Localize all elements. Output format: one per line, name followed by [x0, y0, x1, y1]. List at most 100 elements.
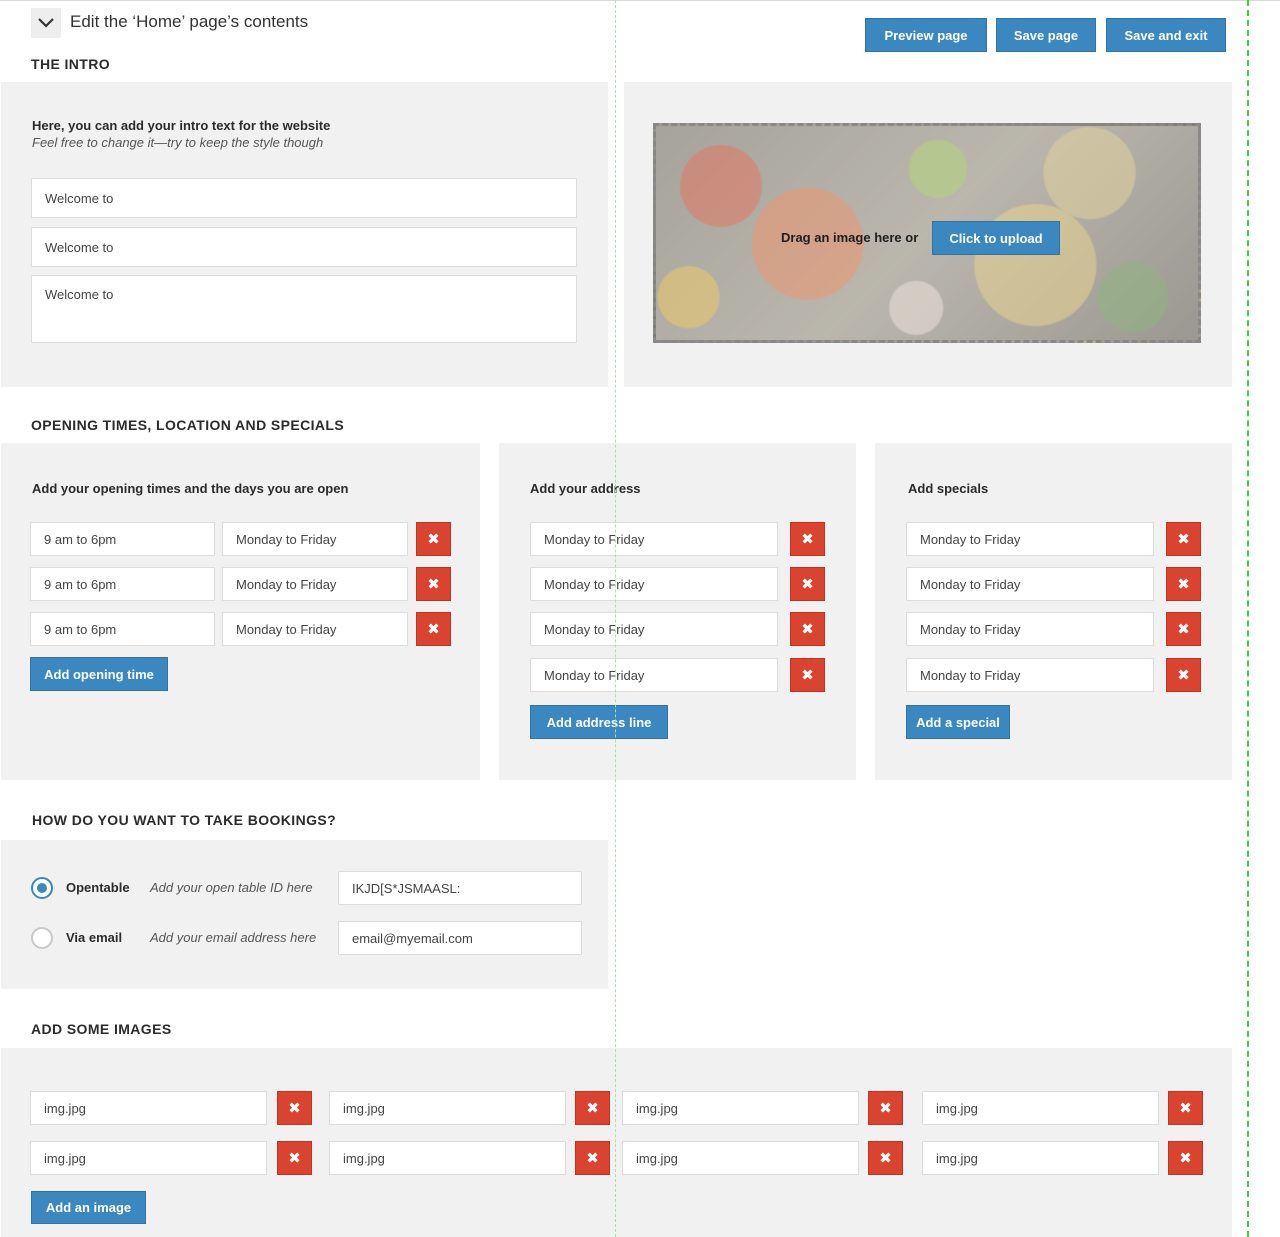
email-address-input[interactable]: email@myemail.com	[338, 921, 582, 955]
preview-page-button[interactable]: Preview page	[865, 18, 987, 52]
special-field[interactable]: Monday to Friday	[906, 658, 1154, 692]
address-panel: Add your address Monday to Friday ✖ Mond…	[499, 443, 856, 780]
opening-time-field[interactable]: 9 am to 6pm	[30, 522, 215, 556]
opening-days-field[interactable]: Monday to Friday	[222, 522, 408, 556]
address-heading: Add your address	[530, 481, 641, 496]
remove-image-button[interactable]: ✖	[1168, 1141, 1203, 1175]
add-special-button[interactable]: Add a special	[906, 705, 1010, 739]
address-line-field[interactable]: Monday to Friday	[530, 522, 778, 556]
special-field[interactable]: Monday to Friday	[906, 567, 1154, 601]
image-file-field[interactable]: img.jpg	[922, 1141, 1159, 1175]
opening-times-heading: Add your opening times and the days you …	[32, 481, 349, 496]
images-section-title: ADD SOME IMAGES	[31, 1021, 172, 1037]
remove-image-button[interactable]: ✖	[575, 1141, 610, 1175]
image-file-field[interactable]: img.jpg	[622, 1141, 859, 1175]
image-dropzone[interactable]: Drag an image here or Click to upload	[653, 123, 1201, 343]
close-icon: ✖	[288, 1099, 301, 1117]
chevron-down-icon	[38, 18, 54, 28]
close-icon: ✖	[879, 1149, 892, 1167]
special-field[interactable]: Monday to Friday	[906, 612, 1154, 646]
remove-image-button[interactable]: ✖	[277, 1091, 312, 1125]
close-icon: ✖	[288, 1149, 301, 1167]
intro-text-panel: Here, you can add your intro text for th…	[1, 82, 608, 387]
close-icon: ✖	[801, 530, 814, 548]
intro-section-title: THE INTRO	[31, 56, 111, 72]
specials-heading: Add specials	[908, 481, 989, 496]
add-address-line-button[interactable]: Add address line	[530, 705, 668, 739]
remove-special-button[interactable]: ✖	[1166, 522, 1201, 556]
intro-image-panel: Drag an image here or Click to upload	[624, 82, 1232, 387]
remove-opening-time-button[interactable]: ✖	[416, 567, 451, 601]
layout-guide-line	[615, 0, 616, 1237]
image-file-field[interactable]: img.jpg	[622, 1091, 859, 1125]
remove-address-line-button[interactable]: ✖	[790, 658, 825, 692]
intro-heading: Here, you can add your intro text for th…	[32, 118, 331, 133]
add-opening-time-button[interactable]: Add opening time	[30, 657, 168, 691]
email-radio[interactable]	[31, 927, 53, 949]
add-image-button[interactable]: Add an image	[31, 1191, 146, 1224]
close-icon: ✖	[801, 575, 814, 593]
address-line-field[interactable]: Monday to Friday	[530, 567, 778, 601]
layout-guide-line	[1247, 0, 1249, 1237]
remove-special-button[interactable]: ✖	[1166, 612, 1201, 646]
image-file-field[interactable]: img.jpg	[922, 1091, 1159, 1125]
close-icon: ✖	[801, 620, 814, 638]
save-and-exit-button[interactable]: Save and exit	[1106, 18, 1226, 52]
image-file-field[interactable]: img.jpg	[30, 1091, 267, 1125]
close-icon: ✖	[586, 1099, 599, 1117]
bookings-panel: Opentable Add your open table ID here IK…	[1, 840, 608, 989]
opening-time-field[interactable]: 9 am to 6pm	[30, 612, 215, 646]
close-icon: ✖	[879, 1099, 892, 1117]
remove-opening-time-button[interactable]: ✖	[416, 522, 451, 556]
remove-address-line-button[interactable]: ✖	[790, 522, 825, 556]
remove-image-button[interactable]: ✖	[277, 1141, 312, 1175]
opentable-id-input[interactable]: IKJD[S*JSMAASL:	[338, 871, 582, 905]
email-label: Via email	[66, 930, 123, 945]
save-page-button[interactable]: Save page	[996, 18, 1096, 52]
remove-image-button[interactable]: ✖	[575, 1091, 610, 1125]
bookings-section-title: HOW DO YOU WANT TO TAKE BOOKINGS?	[32, 812, 337, 828]
opening-time-field[interactable]: 9 am to 6pm	[30, 567, 215, 601]
opentable-label: Opentable	[66, 880, 130, 895]
email-hint: Add your email address here	[150, 930, 317, 945]
address-line-field[interactable]: Monday to Friday	[530, 658, 778, 692]
close-icon: ✖	[1177, 530, 1190, 548]
opening-section-title: OPENING TIMES, LOCATION AND SPECIALS	[31, 417, 345, 433]
close-icon: ✖	[586, 1149, 599, 1167]
remove-address-line-button[interactable]: ✖	[790, 612, 825, 646]
collapse-toggle[interactable]	[31, 8, 61, 38]
intro-subheading: Feel free to change it—try to keep the s…	[32, 135, 324, 150]
image-file-field[interactable]: img.jpg	[30, 1141, 267, 1175]
remove-image-button[interactable]: ✖	[868, 1141, 903, 1175]
opening-days-field[interactable]: Monday to Friday	[222, 567, 408, 601]
dropzone-overlay	[656, 126, 1198, 340]
opentable-radio[interactable]	[31, 877, 53, 899]
close-icon: ✖	[1179, 1099, 1192, 1117]
remove-image-button[interactable]: ✖	[868, 1091, 903, 1125]
intro-field-1[interactable]: Welcome to	[31, 178, 577, 218]
opening-days-field[interactable]: Monday to Friday	[222, 612, 408, 646]
intro-field-2[interactable]: Welcome to	[31, 227, 577, 267]
close-icon: ✖	[1179, 1149, 1192, 1167]
close-icon: ✖	[427, 620, 440, 638]
close-icon: ✖	[1177, 620, 1190, 638]
close-icon: ✖	[427, 575, 440, 593]
specials-panel: Add specials Monday to Friday ✖ Monday t…	[875, 443, 1232, 780]
remove-opening-time-button[interactable]: ✖	[416, 612, 451, 646]
remove-address-line-button[interactable]: ✖	[790, 567, 825, 601]
image-file-field[interactable]: img.jpg	[329, 1141, 566, 1175]
remove-special-button[interactable]: ✖	[1166, 658, 1201, 692]
click-to-upload-button[interactable]: Click to upload	[932, 221, 1060, 255]
remove-special-button[interactable]: ✖	[1166, 567, 1201, 601]
images-panel: img.jpg ✖ img.jpg ✖ img.jpg ✖ img.jpg ✖ …	[1, 1048, 1232, 1237]
top-border	[0, 0, 1280, 1]
special-field[interactable]: Monday to Friday	[906, 522, 1154, 556]
opening-times-panel: Add your opening times and the days you …	[1, 443, 480, 780]
close-icon: ✖	[801, 666, 814, 684]
close-icon: ✖	[1177, 575, 1190, 593]
address-line-field[interactable]: Monday to Friday	[530, 612, 778, 646]
image-file-field[interactable]: img.jpg	[329, 1091, 566, 1125]
intro-field-3[interactable]: Welcome to	[31, 275, 577, 343]
remove-image-button[interactable]: ✖	[1168, 1091, 1203, 1125]
page-title: Edit the ‘Home’ page’s contents	[70, 12, 309, 31]
